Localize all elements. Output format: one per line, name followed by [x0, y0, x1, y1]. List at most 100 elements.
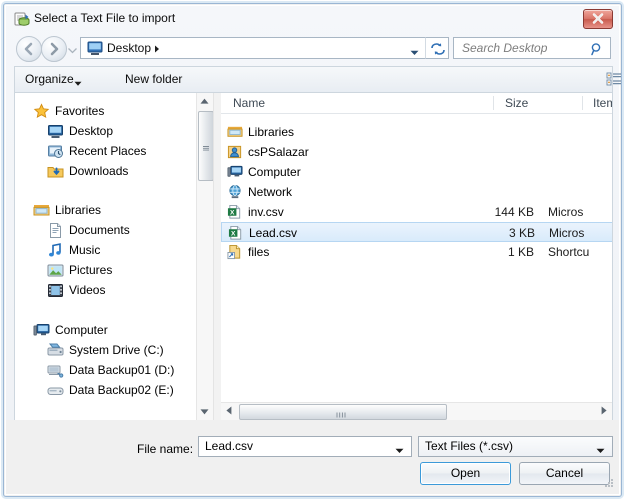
- sidebar-item-system-drive-c[interactable]: System Drive (C:): [47, 341, 213, 360]
- sidebar-item-recent-places[interactable]: Recent Places: [47, 142, 213, 161]
- column-divider[interactable]: [493, 96, 494, 110]
- music-library-icon: [47, 242, 64, 259]
- file-type: Micros: [549, 226, 585, 240]
- file-name: Computer: [248, 165, 301, 179]
- horizontal-scroll-thumb[interactable]: [239, 404, 447, 420]
- table-row-selected[interactable]: X Lead.csv 3 KB Micros: [221, 222, 612, 242]
- recent-places-icon: [47, 143, 64, 160]
- sidebar-item-documents[interactable]: Documents: [47, 221, 213, 240]
- computer-icon: [33, 322, 50, 339]
- file-list-horizontal-scrollbar[interactable]: [221, 402, 612, 420]
- file-name: files: [248, 245, 270, 259]
- cancel-button[interactable]: Cancel: [519, 462, 610, 485]
- dialog-content: Favorites Desktop Recent Places Download…: [14, 93, 613, 421]
- table-row[interactable]: Network: [221, 182, 612, 202]
- column-divider[interactable]: [582, 96, 583, 110]
- organize-chevron-down-icon[interactable]: [74, 78, 82, 90]
- organize-button[interactable]: Organize: [25, 72, 74, 86]
- file-list-header: Name Size Item ty: [221, 93, 612, 114]
- csv-file-icon: X: [228, 225, 244, 241]
- sidebar-group-computer[interactable]: Computer: [33, 321, 213, 340]
- sidebar-item-data-backup01-d[interactable]: Data Backup01 (D:): [47, 361, 213, 380]
- column-header-item-type[interactable]: Item ty: [593, 96, 612, 110]
- file-open-dialog: Select a Text File to import Desktop Sea…: [3, 3, 622, 497]
- sidebar-group-label: Computer: [55, 323, 108, 337]
- new-folder-button[interactable]: New folder: [125, 72, 182, 86]
- file-list: Libraries csPSalazar Computer Network X …: [221, 114, 612, 420]
- table-row[interactable]: Computer: [221, 162, 612, 182]
- sidebar-item-videos[interactable]: Videos: [47, 281, 213, 300]
- sidebar-item-label: System Drive (C:): [69, 343, 164, 357]
- navigation-scroll-thumb[interactable]: [198, 111, 213, 181]
- file-size: 3 KB: [508, 226, 535, 240]
- address-bar[interactable]: Desktop: [80, 37, 425, 59]
- hard-drive-icon: [47, 382, 64, 399]
- forward-arrow-icon: [50, 42, 59, 56]
- sidebar-item-downloads[interactable]: Downloads: [47, 162, 213, 181]
- libraries-icon: [33, 202, 50, 219]
- breadcrumb-separator-icon[interactable]: [153, 43, 161, 58]
- file-size: 1 KB: [507, 245, 534, 259]
- table-row[interactable]: X inv.csv 144 KB Micros: [221, 202, 612, 222]
- sidebar-item-pictures[interactable]: Pictures: [47, 261, 213, 280]
- pictures-library-icon: [47, 262, 64, 279]
- address-dropdown-icon[interactable]: [410, 47, 419, 59]
- sidebar-item-label: Downloads: [69, 164, 129, 178]
- svg-text:X: X: [231, 230, 236, 237]
- sidebar-group-libraries[interactable]: Libraries: [33, 201, 213, 220]
- file-type-chevron-down-icon[interactable]: [596, 445, 605, 457]
- column-header-name[interactable]: Name: [233, 96, 265, 110]
- videos-library-icon: [47, 282, 64, 299]
- title-bar: Select a Text File to import: [6, 6, 619, 32]
- sidebar-item-label: Recent Places: [69, 144, 147, 158]
- sidebar-item-data-backup02-e[interactable]: Data Backup02 (E:): [47, 381, 213, 400]
- file-type-select[interactable]: Text Files (*.csv): [418, 436, 613, 457]
- csv-file-icon: X: [227, 204, 243, 220]
- sidebar-group-favorites[interactable]: Favorites: [33, 102, 213, 121]
- back-button[interactable]: [16, 36, 42, 62]
- address-bar-row: Desktop Search Desktop: [6, 32, 619, 64]
- forward-button[interactable]: [41, 36, 67, 62]
- sidebar-item-label: Data Backup01 (D:): [69, 363, 175, 377]
- downloads-folder-icon: [47, 163, 64, 180]
- sidebar-group-label: Libraries: [55, 203, 102, 217]
- computer-icon: [227, 164, 243, 180]
- file-name: Libraries: [248, 125, 295, 139]
- resize-grip-icon[interactable]: [602, 478, 614, 490]
- recent-locations-icon[interactable]: [68, 45, 77, 54]
- close-icon: [592, 13, 604, 24]
- scroll-left-arrow-icon[interactable]: [221, 403, 237, 419]
- column-header-size[interactable]: Size: [505, 96, 528, 110]
- table-row[interactable]: csPSalazar: [221, 142, 612, 162]
- file-type: Shortcu: [548, 245, 590, 259]
- scroll-right-arrow-icon[interactable]: [596, 403, 612, 419]
- sidebar-item-label: Desktop: [69, 124, 114, 138]
- refresh-button[interactable]: [425, 37, 449, 59]
- breadcrumb-desktop[interactable]: Desktop: [107, 41, 151, 55]
- desktop-icon: [47, 123, 64, 140]
- file-name: Network: [248, 185, 293, 199]
- file-type: Micros: [548, 205, 584, 219]
- file-name-label: File name:: [137, 442, 194, 456]
- search-placeholder: Search Desktop: [462, 41, 548, 55]
- search-icon[interactable]: [590, 42, 604, 59]
- desktop-icon: [87, 41, 103, 56]
- file-type-value: Text Files (*.csv): [425, 439, 514, 453]
- sidebar-item-music[interactable]: Music: [47, 241, 213, 260]
- close-button[interactable]: [583, 9, 613, 29]
- file-name-value: Lead.csv: [205, 439, 254, 453]
- file-list-pane: Name Size Item ty Libraries: [221, 93, 612, 420]
- search-input[interactable]: Search Desktop: [453, 37, 611, 59]
- scroll-up-arrow-icon[interactable]: [197, 93, 213, 109]
- back-arrow-icon: [24, 42, 33, 56]
- file-name-input[interactable]: Lead.csv: [198, 436, 412, 457]
- sidebar-item-desktop[interactable]: Desktop: [47, 122, 213, 141]
- file-name-chevron-down-icon[interactable]: [395, 445, 404, 457]
- navigation-scrollbar[interactable]: [196, 93, 213, 420]
- refresh-icon: [431, 43, 445, 55]
- view-list-icon[interactable]: [606, 71, 621, 90]
- table-row[interactable]: Libraries: [221, 122, 612, 142]
- scroll-down-arrow-icon[interactable]: [197, 404, 213, 420]
- open-button[interactable]: Open: [420, 462, 511, 485]
- table-row[interactable]: files 1 KB Shortcu: [221, 242, 612, 262]
